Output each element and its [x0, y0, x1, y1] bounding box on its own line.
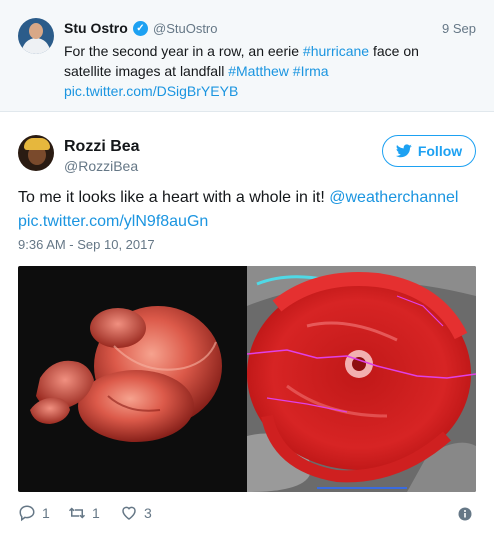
info-icon[interactable]	[458, 507, 472, 521]
tweet-timestamp[interactable]: 9:36 AM - Sep 10, 2017	[18, 237, 155, 252]
quoted-author-handle[interactable]: @StuOstro	[153, 21, 218, 36]
reply-count: 1	[42, 505, 50, 521]
quoted-tweet[interactable]: Stu Ostro ✓ @StuOstro 9 Sep For the seco…	[0, 0, 494, 112]
twitter-bird-icon	[395, 144, 412, 158]
retweet-action[interactable]: 1	[68, 504, 100, 522]
like-count: 3	[144, 505, 152, 521]
reply-icon	[19, 505, 35, 522]
heart-image[interactable]	[18, 266, 247, 492]
quoted-pic-link[interactable]: pic.twitter.com/DSigBrYEYB	[64, 83, 238, 99]
like-action[interactable]: 3	[120, 504, 152, 522]
heart-icon	[122, 506, 136, 520]
tweet-pic-link[interactable]: pic.twitter.com/ylN9f8auGn	[18, 213, 208, 230]
verified-badge-icon: ✓	[133, 21, 148, 36]
hurricane-satellite-image[interactable]	[246, 266, 476, 492]
retweet-count: 1	[92, 505, 100, 521]
retweet-icon	[68, 507, 86, 519]
quoted-tweet-date[interactable]: 9 Sep	[442, 21, 476, 36]
author-name[interactable]: Rozzi Bea	[64, 138, 140, 156]
quoted-tweet-text: For the second year in a row, an eerie #…	[64, 41, 464, 101]
tweet-actions: 1 1 3	[18, 504, 476, 526]
quoted-text-part: For the second year in a row, an eerie	[64, 43, 303, 59]
author-handle[interactable]: @RozziBea	[64, 158, 138, 174]
hashtag-matthew-link[interactable]: #Matthew	[228, 63, 289, 79]
tweet-text: To me it looks like a heart with a whole…	[18, 186, 478, 234]
reply-action[interactable]: 1	[18, 504, 50, 522]
follow-button[interactable]: Follow	[382, 135, 476, 167]
mention-link[interactable]: @weatherchannel	[329, 189, 458, 206]
author-avatar[interactable]	[18, 135, 54, 171]
hashtag-irma-link[interactable]: #Irma	[293, 63, 329, 79]
quoted-author-name[interactable]: Stu Ostro	[64, 20, 128, 36]
tweet-text-part: To me it looks like a heart with a whole…	[18, 189, 330, 206]
follow-label: Follow	[417, 143, 463, 159]
tweet-media[interactable]	[18, 266, 476, 492]
quoted-author-avatar[interactable]	[18, 18, 54, 54]
hashtag-hurricane-link[interactable]: #hurricane	[303, 43, 369, 59]
